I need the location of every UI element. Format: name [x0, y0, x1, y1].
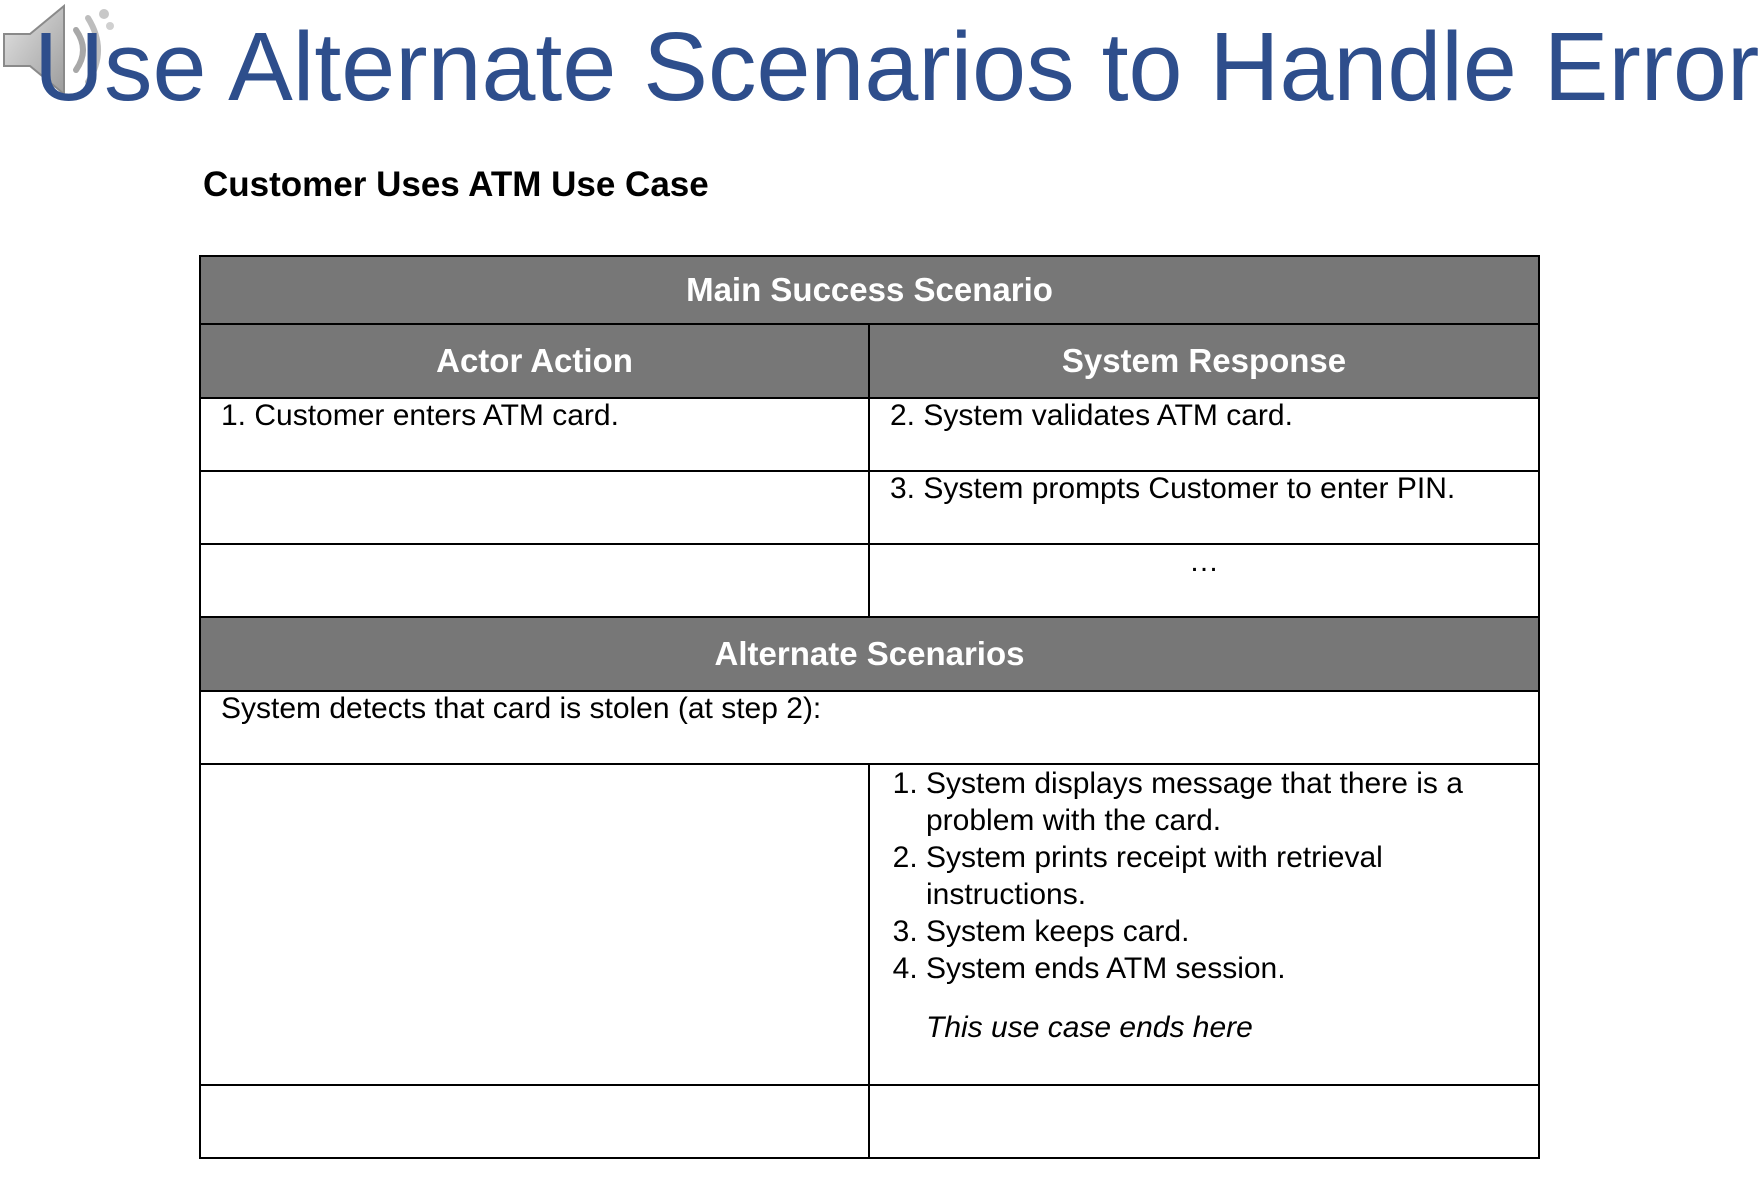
system-response-cell: 2. System validates ATM card.: [868, 397, 1540, 472]
system-response-cell: [868, 1084, 1540, 1159]
system-response-header: System Response: [868, 323, 1540, 399]
use-case-table: Main Success Scenario Actor Action Syste…: [199, 255, 1540, 1159]
table-row: …: [199, 543, 1540, 618]
table-row: [199, 1084, 1540, 1159]
actor-action-header: Actor Action: [199, 323, 870, 399]
use-case-end-note: This use case ends here: [926, 1011, 1253, 1044]
list-item: System prints receipt with retrieval ins…: [926, 839, 1518, 913]
main-success-scenario-header: Main Success Scenario: [199, 255, 1540, 325]
actor-action-cell: 1. Customer enters ATM card.: [199, 397, 870, 472]
table-row: System detects that card is stolen (at s…: [199, 690, 1540, 765]
actor-action-cell: [199, 543, 870, 618]
list-item: System ends ATM session.: [926, 950, 1518, 987]
table-row: System displays message that there is a …: [199, 763, 1540, 1086]
list-item: System keeps card.: [926, 913, 1518, 950]
system-response-cell: 3. System prompts Customer to enter PIN.: [868, 470, 1540, 545]
actor-action-cell: [199, 470, 870, 545]
table-row: 1. Customer enters ATM card. 2. System v…: [199, 397, 1540, 472]
table-row: 3. System prompts Customer to enter PIN.: [199, 470, 1540, 545]
alternate-condition: System detects that card is stolen (at s…: [199, 690, 1540, 765]
slide-title: Use Alternate Scenarios to Handle Errors: [34, 12, 1758, 121]
list-item: System displays message that there is a …: [926, 765, 1518, 839]
alternate-scenarios-header: Alternate Scenarios: [199, 616, 1540, 692]
actor-action-cell: [199, 763, 870, 1086]
use-case-name: Customer Uses ATM Use Case: [203, 165, 709, 204]
system-response-cell: …: [868, 543, 1540, 618]
actor-action-cell: [199, 1084, 870, 1159]
alternate-steps-list: System displays message that there is a …: [890, 765, 1518, 987]
system-response-cell: System displays message that there is a …: [868, 763, 1540, 1086]
